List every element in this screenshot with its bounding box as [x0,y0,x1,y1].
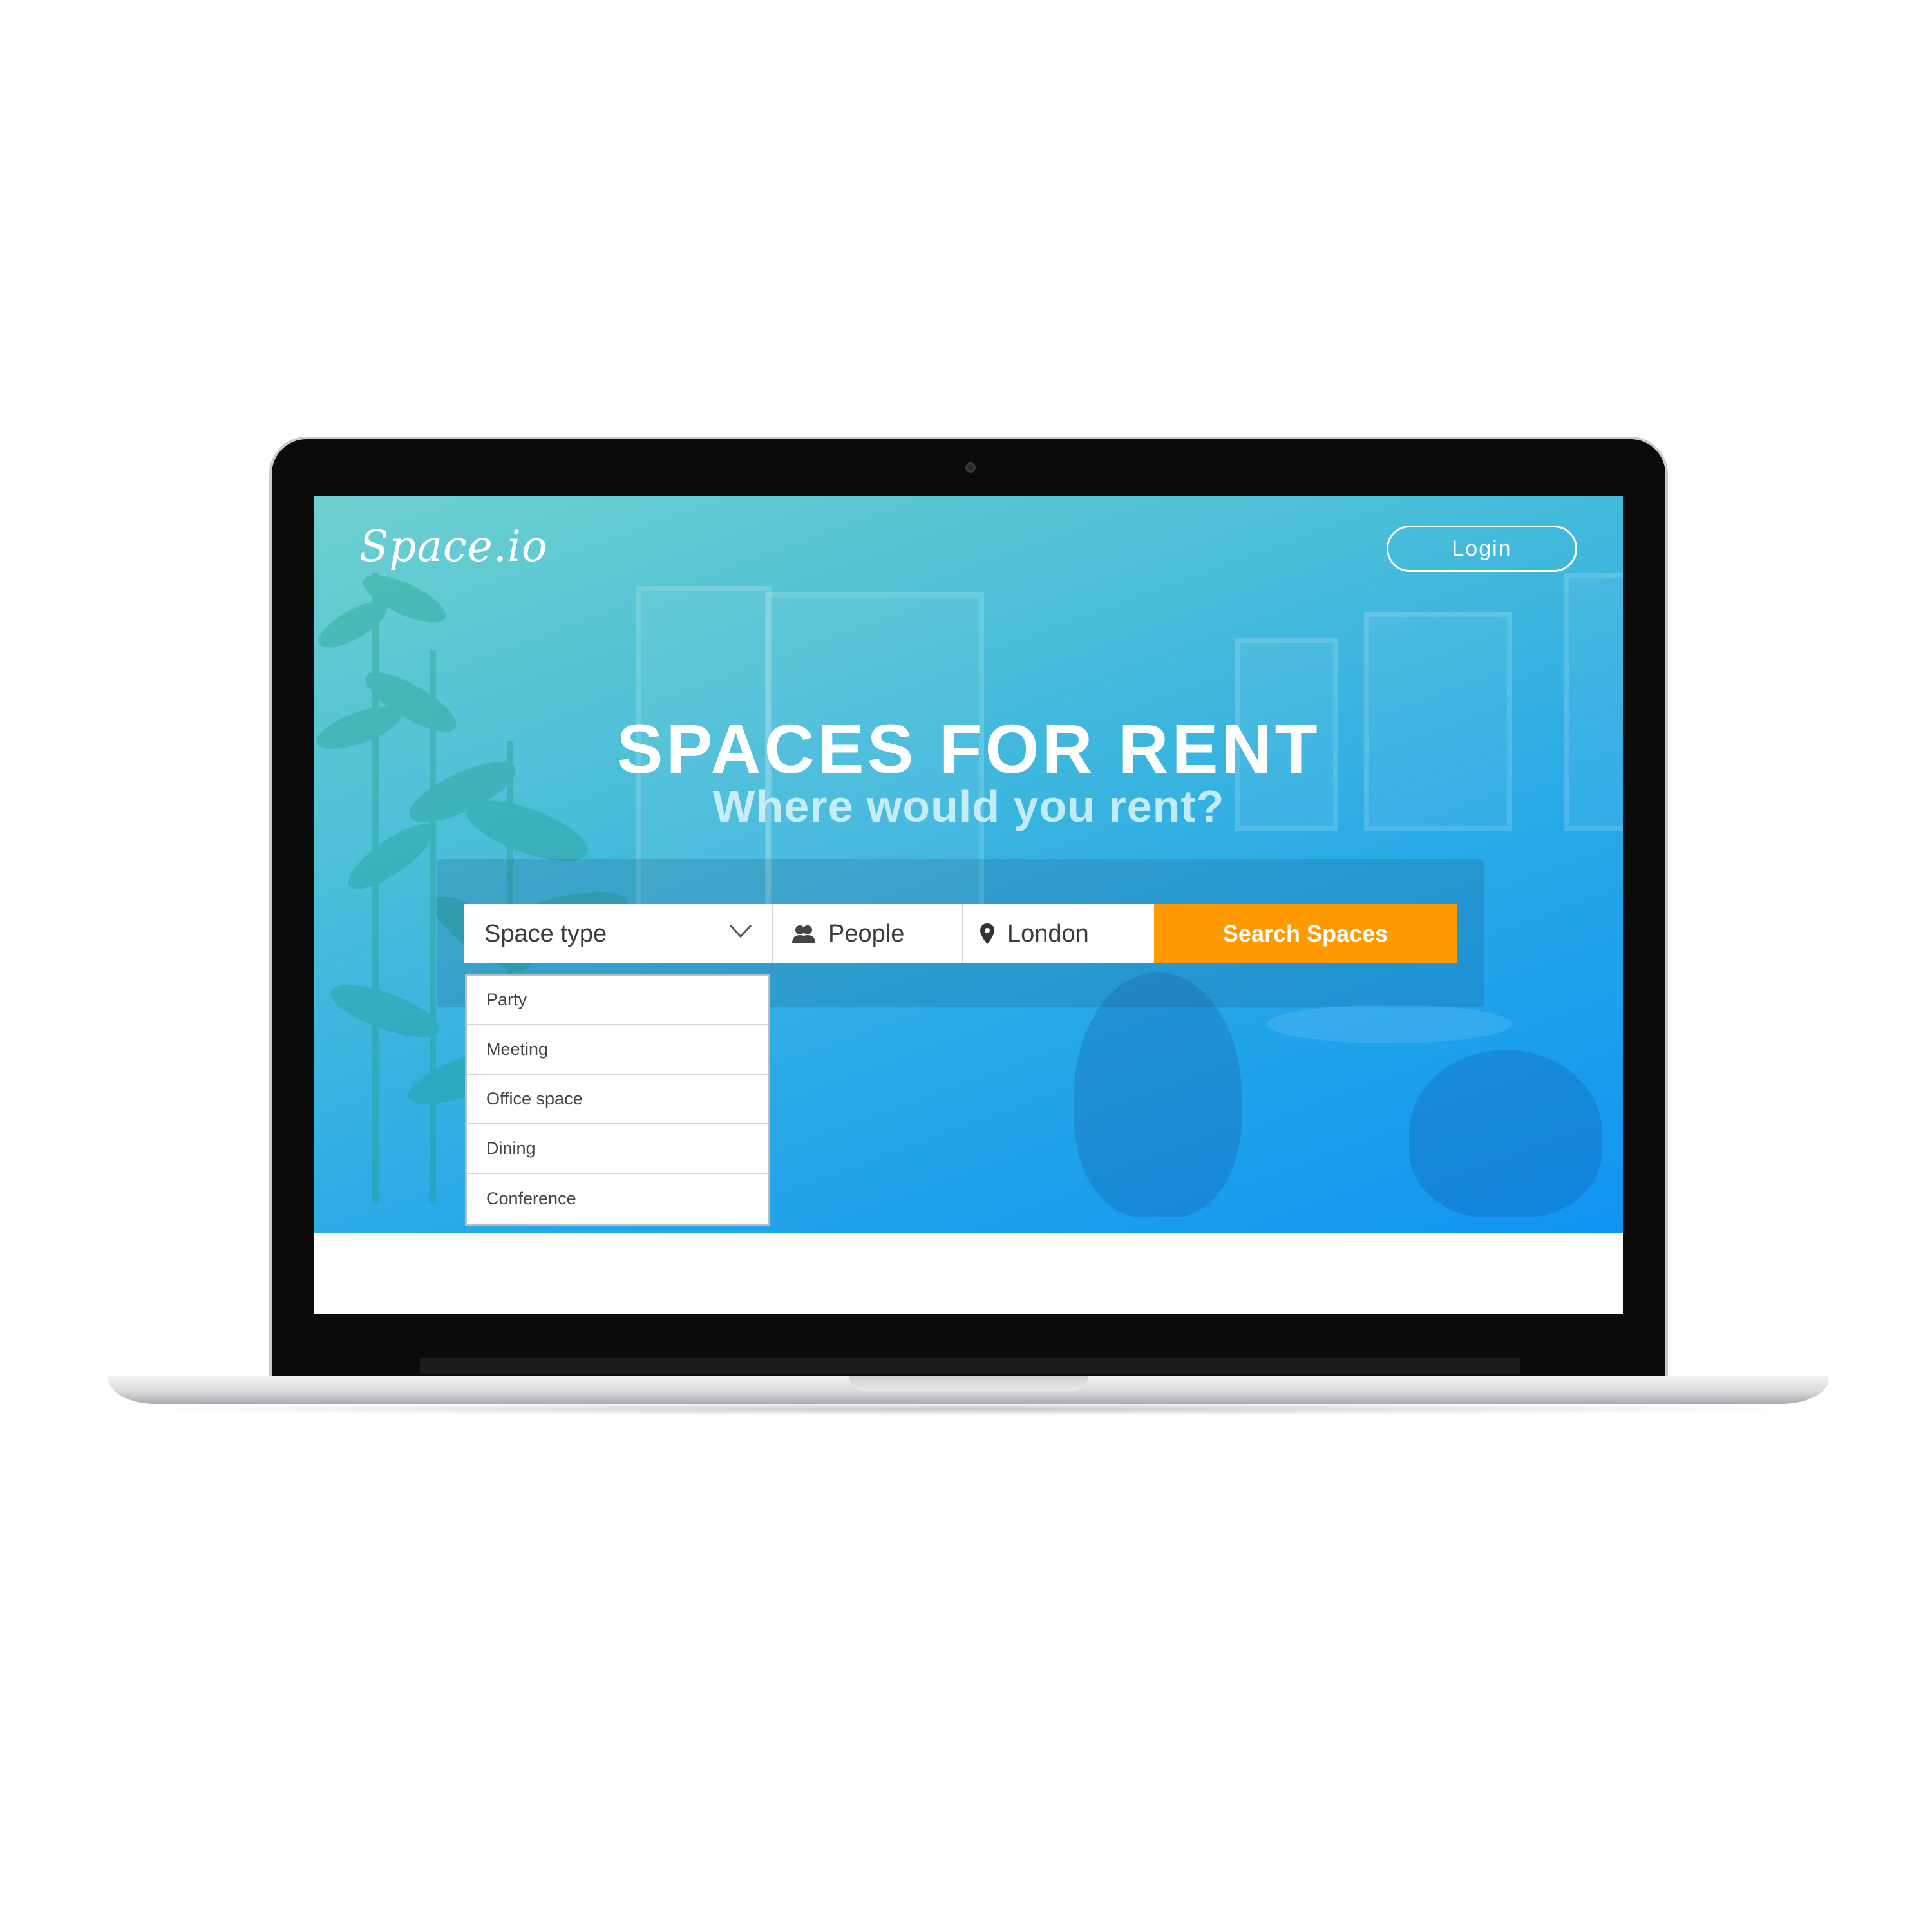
dropdown-option-party[interactable]: Party [467,976,768,1025]
logo[interactable]: Space.io [359,522,548,571]
hero-title: SPACES FOR RENT [616,710,1321,788]
table-decoration [1267,1005,1512,1043]
screen: Space.io Login SPACES FOR RENT Where wou… [314,496,1623,1314]
location-pin-icon [980,923,994,944]
laptop-chin [420,1358,1520,1374]
laptop-shadow [129,1403,1808,1416]
search-spaces-button[interactable]: Search Spaces [1154,904,1457,963]
people-field[interactable]: People [773,904,963,963]
location-value: London [1007,920,1089,947]
people-icon [792,924,815,943]
chair-decoration [1074,972,1242,1217]
chevron-down-icon[interactable] [729,923,752,939]
camera-icon [965,462,976,473]
laptop-notch [849,1376,1088,1391]
dropdown-option-dining[interactable]: Dining [467,1124,768,1174]
dropdown-option-meeting[interactable]: Meeting [467,1025,768,1075]
chair-decoration [1409,1050,1602,1217]
people-label: People [828,920,905,947]
space-type-dropdown: Party Meeting Office space Dining Confer… [465,974,770,1226]
hero-subtitle: Where would you rent? [712,781,1225,831]
dropdown-option-conference[interactable]: Conference [467,1174,768,1224]
space-type-select[interactable]: Space type [464,904,773,963]
hero-section: Space.io Login SPACES FOR RENT Where wou… [314,496,1623,1233]
login-button[interactable]: Login [1387,526,1577,572]
location-field[interactable]: London [963,904,1154,963]
space-type-label: Space type [484,920,607,947]
dropdown-option-office-space[interactable]: Office space [467,1075,768,1124]
